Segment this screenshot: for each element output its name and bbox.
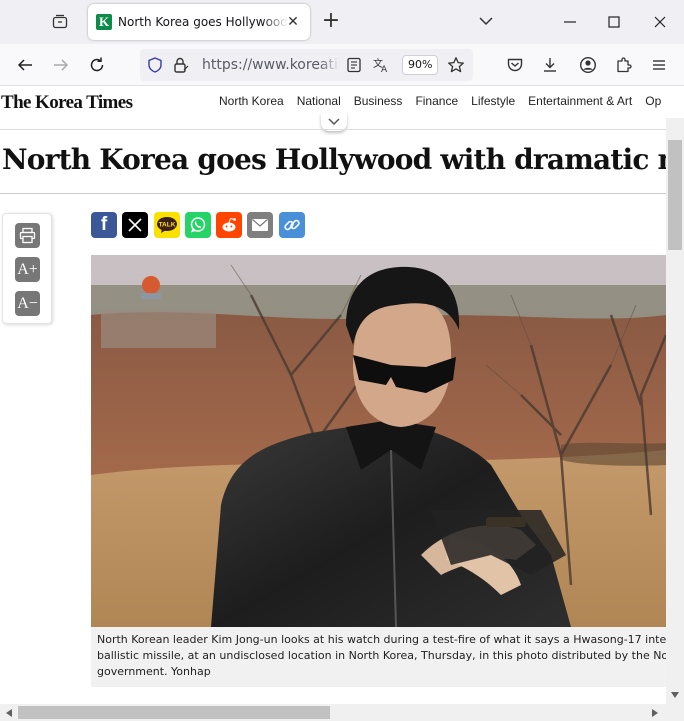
caption-line: ballistic missile, at an undisclosed loc… (97, 649, 666, 662)
reader-view-icon[interactable] (346, 57, 362, 73)
share-facebook-button[interactable]: f (91, 212, 117, 238)
photo-caption: North Korean leader Kim Jong-un looks at… (91, 627, 666, 687)
scroll-left-arrow-icon[interactable] (4, 707, 14, 719)
browser-tab[interactable]: K North Korea goes Hollywood with dramat… (88, 4, 310, 40)
font-increase-icon: A+ (17, 260, 38, 278)
forward-button[interactable] (50, 54, 72, 76)
tab-list-icon (52, 14, 68, 29)
reload-icon (90, 57, 104, 72)
email-icon (252, 219, 268, 231)
vertical-scrollbar[interactable] (666, 118, 684, 704)
url-text[interactable]: https://www.koreatimes.co.kr (202, 57, 340, 73)
share-kakaotalk-button[interactable]: TALK (154, 212, 180, 238)
nav-item-business[interactable]: Business (354, 94, 403, 108)
extensions-button[interactable] (613, 54, 635, 76)
photo-kim-checking-watch (91, 255, 666, 627)
share-email-button[interactable] (247, 212, 273, 238)
copy-link-button[interactable] (279, 212, 305, 238)
print-button[interactable] (15, 223, 40, 248)
pocket-button[interactable] (504, 54, 526, 76)
decrease-font-button[interactable]: A− (15, 291, 40, 316)
nav-item-finance[interactable]: Finance (415, 94, 458, 108)
nav-item-national[interactable]: National (297, 94, 341, 108)
tab-close-icon[interactable]: ✕ (284, 13, 302, 31)
share-reddit-button[interactable] (216, 212, 242, 238)
article-headline: North Korea goes Hollywood with dramatic… (2, 143, 666, 176)
horizontal-scroll-thumb[interactable] (18, 706, 330, 719)
site-logo[interactable]: The Korea Times (1, 92, 133, 114)
nav-item-opinion[interactable]: Op (645, 94, 661, 108)
vertical-scroll-thumb[interactable] (668, 140, 682, 250)
tracking-protection-shield-icon[interactable] (146, 56, 164, 74)
nav-item-entertainment-art[interactable]: Entertainment & Art (528, 94, 632, 108)
reload-button[interactable] (86, 54, 108, 76)
menu-button[interactable] (648, 54, 670, 76)
svg-text:TALK: TALK (159, 222, 176, 229)
chevron-down-icon[interactable] (476, 11, 496, 31)
forward-arrow-icon (54, 59, 69, 71)
puzzle-piece-icon (617, 57, 632, 73)
article-photo (91, 255, 666, 627)
increase-font-button[interactable]: A+ (15, 257, 40, 282)
maximize-icon[interactable] (604, 12, 624, 32)
reddit-icon (222, 218, 236, 232)
window-close-icon[interactable] (650, 12, 670, 32)
account-button[interactable] (577, 54, 599, 76)
tab-strip: K North Korea goes Hollywood with dramat… (0, 0, 684, 44)
printer-icon (19, 227, 36, 244)
share-whatsapp-button[interactable] (185, 212, 211, 238)
nav-item-lifestyle[interactable]: Lifestyle (471, 94, 515, 108)
divider (0, 129, 666, 130)
caption-line: government. Yonhap (97, 665, 211, 678)
site-favicon-icon: K (96, 14, 112, 30)
site-navigation: North Korea National Business Finance Li… (219, 94, 661, 108)
downloads-button[interactable] (539, 54, 561, 76)
link-icon (284, 219, 300, 231)
lock-icon[interactable] (172, 56, 190, 74)
x-logo-icon (128, 218, 142, 232)
facebook-icon: f (100, 214, 108, 235)
horizontal-scrollbar[interactable] (0, 704, 684, 721)
scroll-down-arrow-icon[interactable] (669, 690, 681, 700)
new-tab-button[interactable]: + (320, 10, 342, 32)
article-tools: A+ A− (2, 213, 52, 324)
caption-line: North Korean leader Kim Jong-un looks at… (97, 633, 666, 646)
svg-text:A: A (381, 65, 388, 74)
pocket-icon (507, 58, 523, 72)
kakaotalk-icon: TALK (157, 217, 177, 233)
scroll-right-arrow-icon[interactable] (650, 707, 660, 719)
nav-item-north-korea[interactable]: North Korea (219, 94, 284, 108)
whatsapp-icon (190, 217, 206, 233)
tab-list-button[interactable] (50, 12, 70, 32)
chevron-down-icon (328, 118, 340, 126)
back-arrow-icon (17, 59, 32, 71)
tab-title: North Korea goes Hollywood with dramatic… (118, 15, 288, 29)
font-decrease-icon: A− (17, 294, 38, 312)
divider (0, 193, 666, 194)
translate-icon[interactable]: 文 A (372, 56, 390, 74)
bookmark-star-icon[interactable] (447, 56, 465, 74)
address-bar[interactable]: https://www.koreatimes.co.kr 文 A 90% (140, 49, 473, 81)
download-icon (544, 58, 556, 72)
hamburger-menu-icon (653, 60, 665, 70)
back-button[interactable] (14, 54, 36, 76)
minimize-icon[interactable] (560, 12, 580, 32)
zoom-level-button[interactable]: 90% (402, 55, 439, 75)
share-x-button[interactable] (122, 212, 148, 238)
account-icon (579, 56, 597, 74)
navigation-toolbar: https://www.koreatimes.co.kr 文 A 90% (0, 44, 684, 86)
